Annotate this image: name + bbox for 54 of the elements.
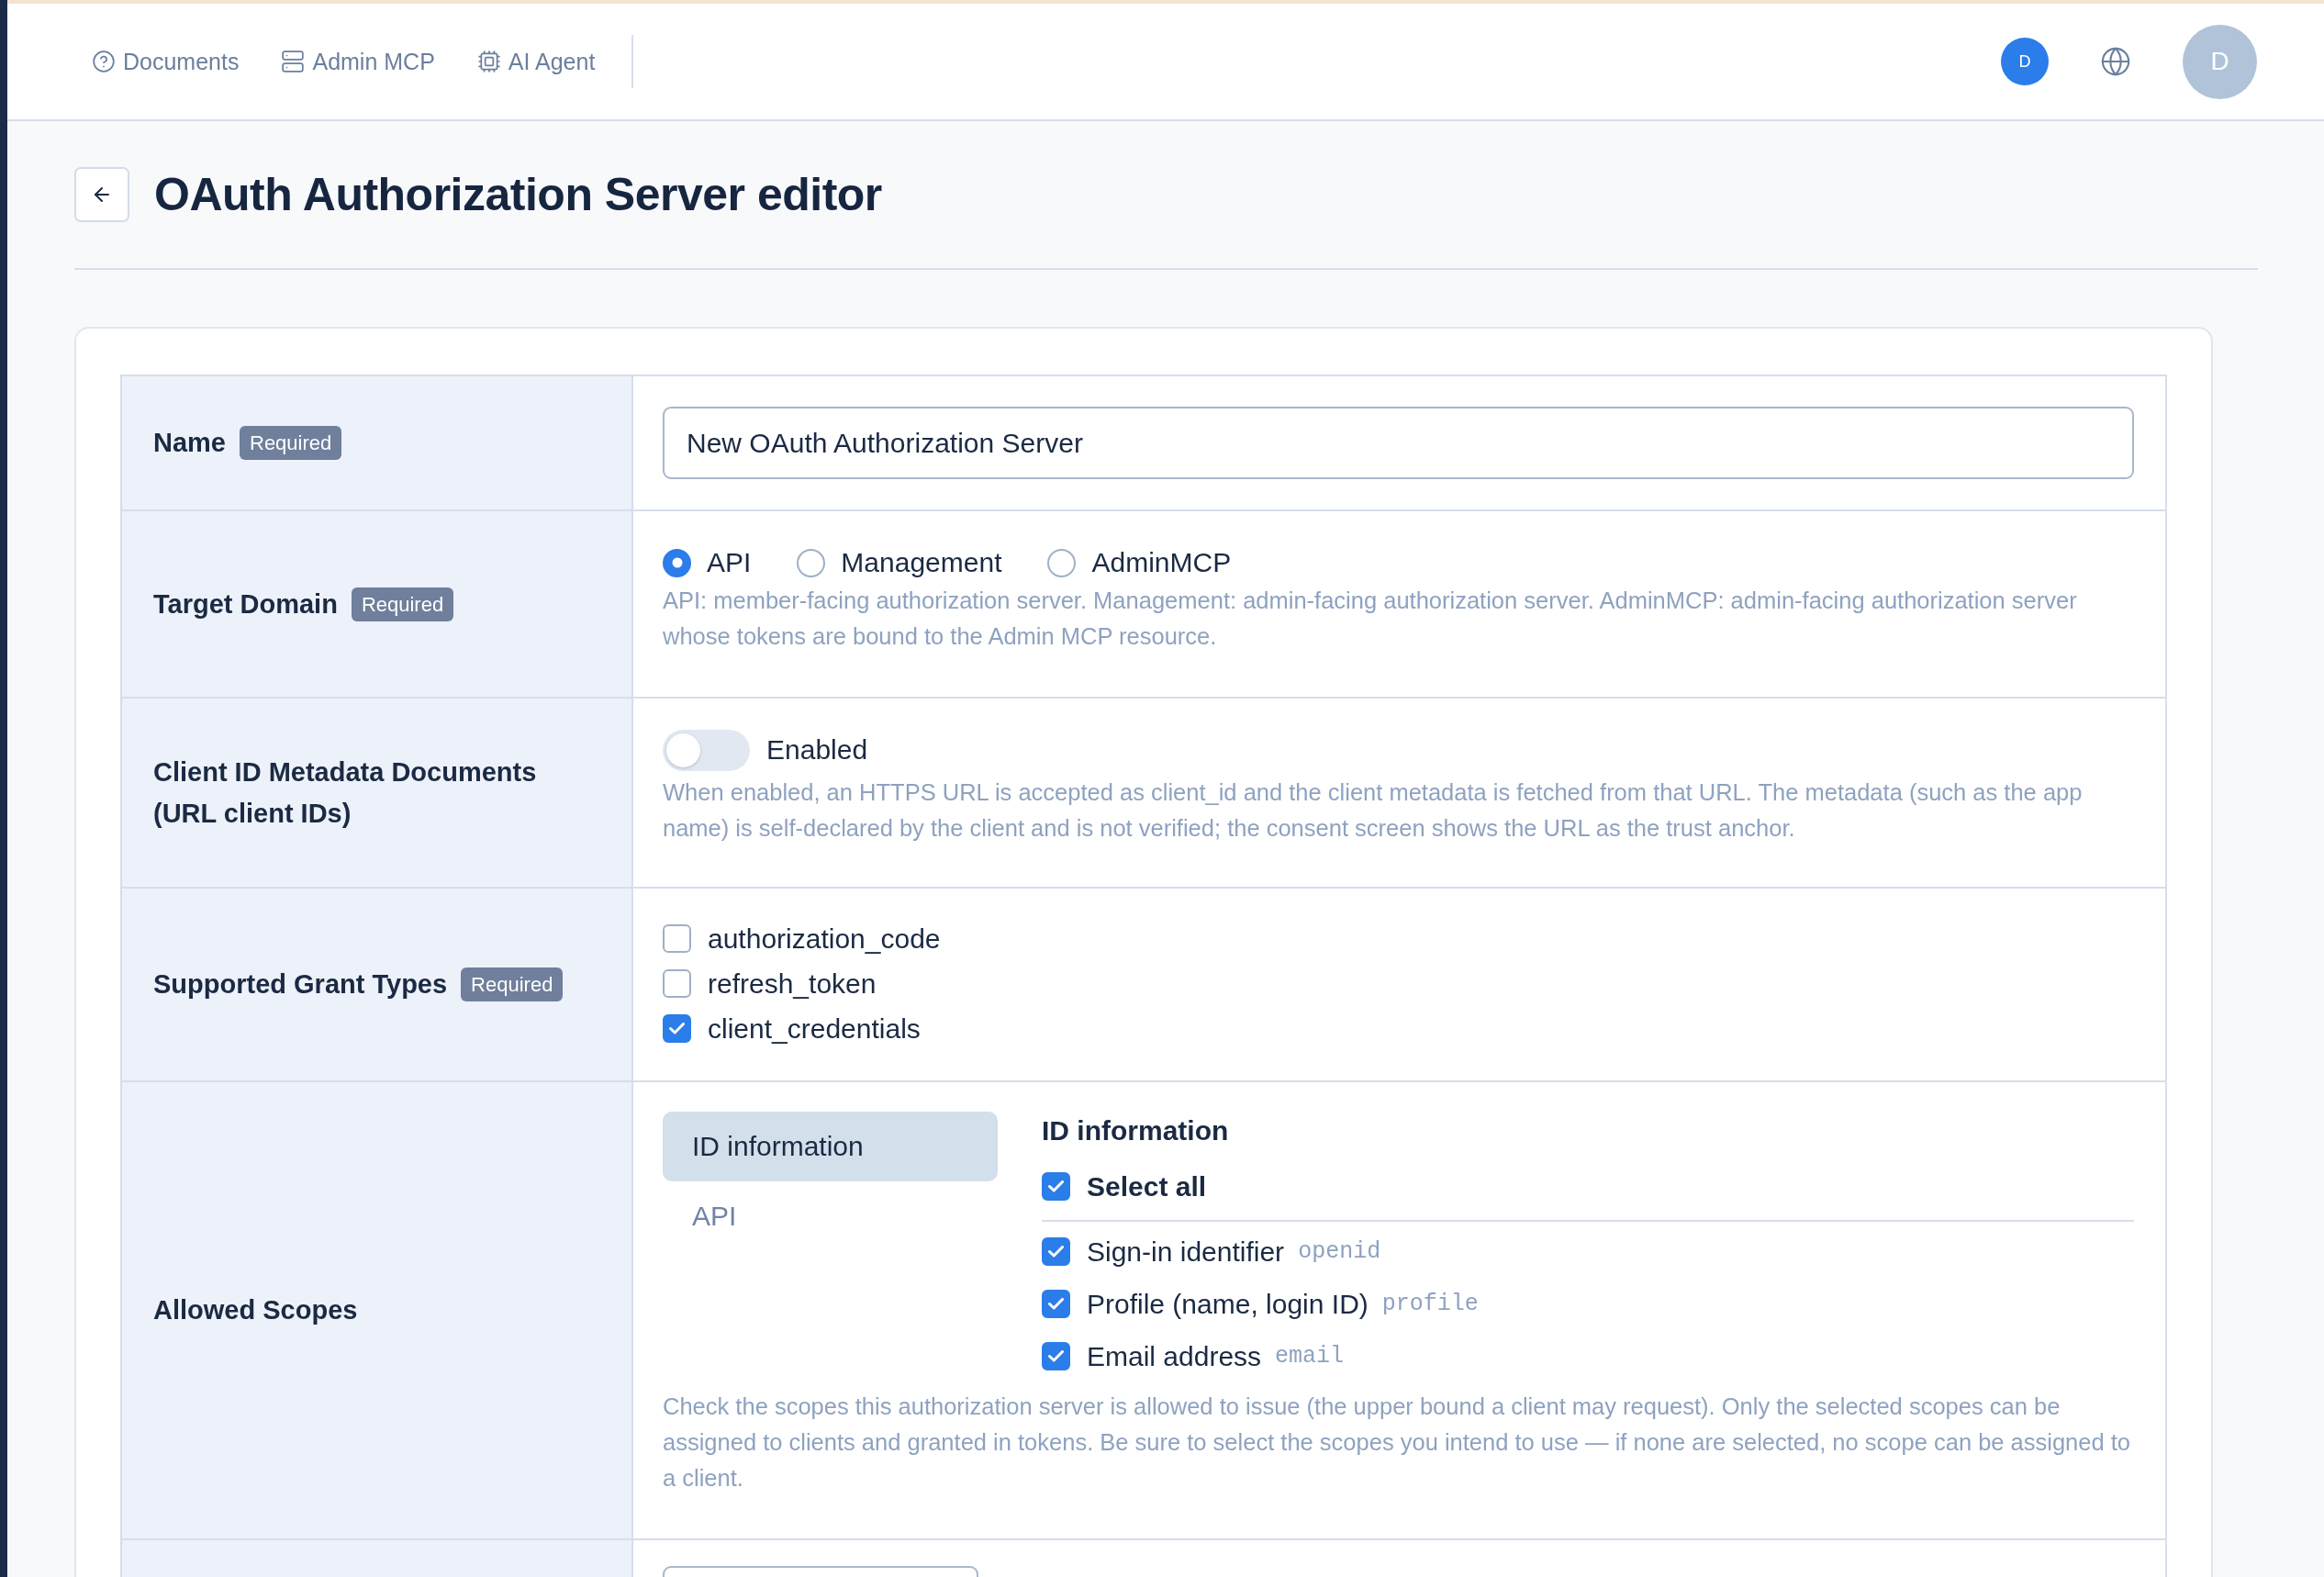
name-input[interactable]: New OAuth Authorization Server: [663, 407, 2134, 479]
nav-link[interactable]: Documents: [92, 48, 240, 75]
scope-group-tab[interactable]: ID information: [663, 1112, 998, 1181]
radio-button[interactable]: [663, 548, 691, 577]
select-all-label: Select all: [1087, 1170, 1207, 1202]
field-label: Client ID Metadata Documents (URL client IDs): [153, 755, 538, 830]
checkbox[interactable]: [1042, 1342, 1070, 1370]
page-title: OAuth Authorization Server editor: [154, 168, 882, 221]
check-icon: [1048, 1246, 1064, 1258]
radio-label: API: [707, 547, 752, 578]
help-text: When enabled, an HTTPS URL is accepted as client_id and the client metadata is fetched from that URL. The metadata (such as the app name) is self-declared by the client and is not verified; the consent screen shows the URL as the trust anchor.: [663, 778, 2084, 843]
radio-label: AdminMCP: [1091, 547, 1232, 578]
checkbox-label: authorization_code: [708, 923, 941, 955]
check-icon: [1048, 1350, 1064, 1362]
toggle-switch[interactable]: [663, 729, 750, 771]
field-label: Name: [153, 427, 226, 459]
required-badge: Required: [351, 587, 454, 621]
required-badge: Required: [461, 967, 564, 1001]
globe-icon[interactable]: [2100, 46, 2131, 77]
checkbox[interactable]: [663, 969, 691, 998]
checkbox[interactable]: [663, 924, 691, 953]
checkbox[interactable]: [1042, 1172, 1070, 1201]
scope-code: profile: [1381, 1291, 1479, 1317]
scope-group-tab[interactable]: API: [663, 1181, 998, 1251]
checkbox-label: client_credentials: [708, 1012, 921, 1045]
help-icon: [92, 50, 116, 73]
help-text: API: member-facing authorization server. Management: admin-facing authorization server. AdminMCP: admin-facing authorization server whose tokens are bound to the Admin MCP resource.: [663, 587, 2078, 651]
radio-button[interactable]: [797, 548, 826, 577]
toggle-label: Enabled: [766, 734, 868, 766]
scope-label: Profile (name, login ID): [1087, 1288, 1369, 1320]
field-label: Supported Grant Types: [153, 968, 448, 1001]
field-label: Target Domain: [153, 587, 338, 621]
nav-link[interactable]: Admin MCP: [281, 48, 435, 75]
check-icon: [1048, 1180, 1064, 1192]
scope-code: openid: [1298, 1238, 1381, 1265]
scope-group-heading: ID information: [1042, 1114, 1230, 1147]
field-label: Allowed Scopes: [153, 1294, 358, 1326]
checkbox[interactable]: [663, 1014, 691, 1043]
scope-code: email: [1275, 1343, 1345, 1370]
checkbox[interactable]: [1042, 1237, 1070, 1266]
radio-button[interactable]: [1047, 548, 1077, 577]
help-text: Check the scopes this authorization server is allowed to issue (the upper bound a client may request). Only the selected scopes can be assigned to clients and granted in tokens. Be sure to select the scopes you intend to use — if none are selected, no scope can be assigned to a client.: [663, 1392, 2132, 1493]
chip-icon: [476, 50, 501, 73]
checkbox-label: refresh_token: [708, 967, 877, 1000]
scope-label: Sign-in identifier: [1087, 1236, 1285, 1268]
tenant-avatar[interactable]: D: [2001, 38, 2049, 85]
checkbox[interactable]: [1042, 1290, 1070, 1318]
scope-label: Email address: [1087, 1340, 1262, 1372]
check-icon: [1048, 1298, 1064, 1310]
check-icon: [669, 1023, 685, 1035]
required-badge: Required: [240, 426, 342, 460]
server-icon: [281, 50, 306, 73]
radio-label: Management: [841, 547, 1002, 578]
nav-link[interactable]: AI Agent: [476, 48, 596, 75]
